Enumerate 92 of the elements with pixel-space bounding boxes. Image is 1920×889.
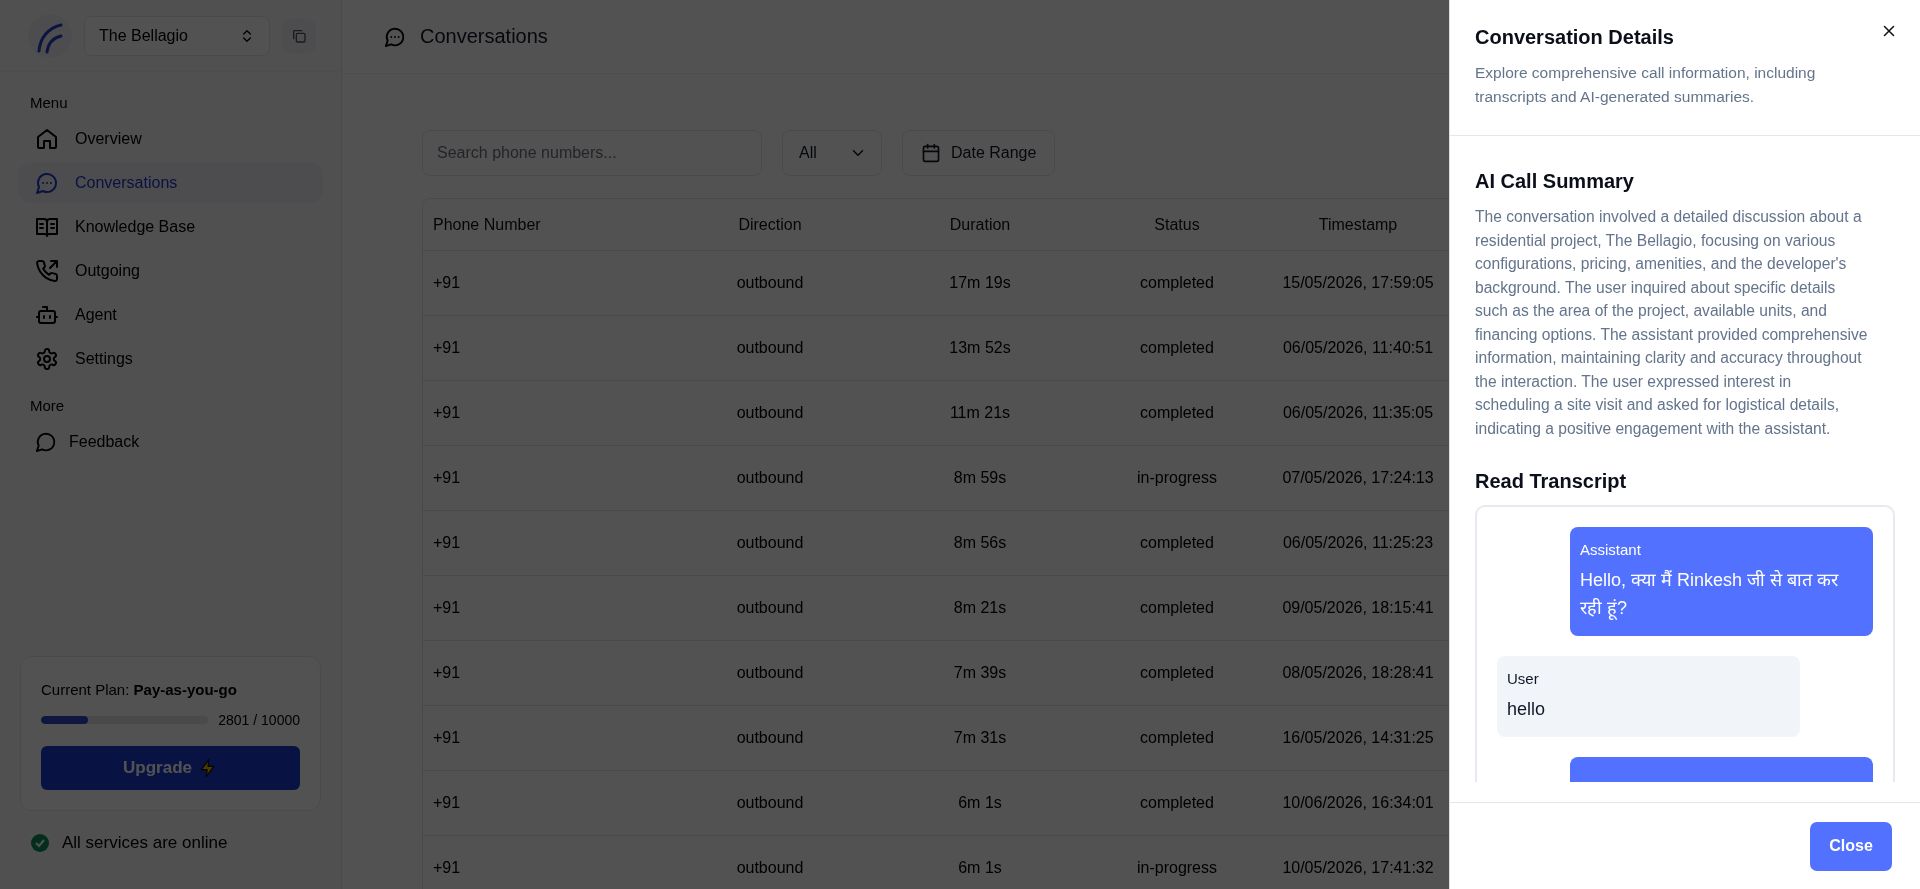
table-cell-text: in-progress <box>1136 859 1218 877</box>
table-cell-text: +91 <box>432 859 462 877</box>
nav-item[interactable]: Outgoing <box>18 251 323 291</box>
robot-icon <box>35 303 59 327</box>
table-cell-text: outbound <box>735 729 805 747</box>
book-icon <box>35 215 59 239</box>
table-cell-text: outbound <box>735 274 805 292</box>
table-cell-text: 10/05/2026, 17:41:32 <box>1281 859 1435 877</box>
table-cell-text: 11m 21s <box>948 404 1012 422</box>
speaker-label: Assistant <box>1580 541 1642 558</box>
table-cell-text: completed <box>1139 534 1215 552</box>
column-header: Timestamp <box>1317 215 1399 234</box>
message-text: hello <box>1507 698 1547 721</box>
table-cell-text: outbound <box>735 534 805 552</box>
section-heading: AI Call Summary <box>1475 170 1635 193</box>
table-cell-text: 07/05/2026, 17:24:13 <box>1281 469 1435 487</box>
table-cell-text: 8m 56s <box>952 534 1008 552</box>
panel-description: Explore comprehensive call information, including transcripts and AI-generated summaries. <box>1475 63 1817 107</box>
table-cell-text: +91 <box>432 664 462 682</box>
column-header: Direction <box>737 215 803 234</box>
nav-item[interactable]: Knowledge Base <box>18 207 323 247</box>
table-cell-text: 8m 59s <box>952 469 1008 487</box>
table-cell-text: 13m 52s <box>948 339 1012 357</box>
table-cell-text: completed <box>1139 274 1215 292</box>
table-cell-text: 8m 21s <box>952 599 1008 617</box>
table-cell-text: completed <box>1139 664 1215 682</box>
table-cell-text: 08/05/2026, 18:28:41 <box>1281 664 1435 682</box>
close-button[interactable]: Close <box>1810 821 1892 871</box>
table-cell-text: +91 <box>432 404 462 422</box>
table-cell-text: +91 <box>432 599 462 617</box>
table-cell-text: 16/05/2026, 14:31:25 <box>1281 729 1435 747</box>
status-text: All services are online <box>62 833 228 853</box>
page-title: Conversations <box>420 25 548 48</box>
table-cell-text: +91 <box>432 274 462 292</box>
section-heading: More <box>29 397 66 414</box>
table-cell-text: outbound <box>735 469 805 487</box>
date-range-button[interactable]: Date Range <box>902 130 1056 176</box>
table-cell-text: outbound <box>735 859 805 877</box>
nav-item[interactable]: Agent <box>18 295 323 335</box>
calendar-icon <box>921 143 941 163</box>
table-cell-text: 06/05/2026, 11:25:23 <box>1281 534 1435 552</box>
chat-icon <box>35 171 59 195</box>
speaker-label: User <box>1507 670 1540 687</box>
table-cell-text: outbound <box>735 339 805 357</box>
check-circle-icon <box>30 833 50 853</box>
table-cell-text: 09/05/2026, 18:15:41 <box>1281 599 1435 617</box>
upgrade-button[interactable]: Upgrade <box>41 746 300 790</box>
table-cell-text: outbound <box>735 404 805 422</box>
nav-item[interactable]: Settings <box>18 339 323 379</box>
table-cell-text: +91 <box>432 794 462 812</box>
direction-select[interactable]: All <box>782 130 882 176</box>
table-cell-text: 7m 39s <box>952 664 1008 682</box>
column-header: Phone Number <box>432 215 542 234</box>
section-heading: Read Transcript <box>1475 470 1628 493</box>
column-header: Duration <box>948 215 1012 234</box>
column-header: Status <box>1153 215 1201 234</box>
message-text: Hello, क्या मैं Rinkesh जी से बात कर रही हूं? <box>1580 569 1840 622</box>
chat-icon <box>384 25 406 48</box>
table-cell-text: +91 <box>432 729 462 747</box>
project-select[interactable]: The Bellagio <box>84 15 270 56</box>
table-cell-text: 10/06/2026, 16:34:01 <box>1281 794 1435 812</box>
table-cell-text: +91 <box>432 469 462 487</box>
nav-item[interactable]: Overview <box>18 119 323 159</box>
gear-icon <box>35 347 59 371</box>
table-cell-text: 06/05/2026, 11:40:51 <box>1281 339 1435 357</box>
table-cell-text: 17m 19s <box>948 274 1012 292</box>
summary-text: The conversation involved a detailed discussion about a residential project, The Bellagio, focusing on various configurations, pricing, amenities, and the developer's background. The user inquired about specific details such as the area of the project, available units, and financing options. The assistant provided comprehensive information, maintaining clarity and accuracy throughout the interaction. The user expressed interest in scheduling a site visit and asked for logistical details, indicating a positive engagement with the assistant. <box>1475 207 1869 439</box>
home-icon <box>35 127 59 151</box>
table-cell-text: 7m 31s <box>952 729 1008 747</box>
table-cell-text: 6m 1s <box>957 794 1003 812</box>
table-cell-text: outbound <box>735 794 805 812</box>
table-cell-text: 6m 1s <box>957 859 1003 877</box>
table-cell-text: +91 <box>432 534 462 552</box>
table-cell-text: in-progress <box>1136 469 1218 487</box>
table-cell-text: completed <box>1139 794 1215 812</box>
copy-icon <box>291 27 307 44</box>
chat-bubble-icon <box>35 431 57 453</box>
table-cell-text: 06/05/2026, 11:35:05 <box>1281 404 1435 422</box>
usage-count: 2801 / 10000 <box>218 712 300 728</box>
table-cell-text: outbound <box>735 664 805 682</box>
section-heading: Menu <box>29 94 69 111</box>
nav-item[interactable]: Feedback <box>18 422 323 462</box>
table-cell-text: 15/05/2026, 17:59:05 <box>1281 274 1435 292</box>
table-cell-text: completed <box>1139 404 1215 422</box>
table-cell-text: completed <box>1139 599 1215 617</box>
table-cell-text: +91 <box>432 339 462 357</box>
plan-label: Current Plan: Pay-as-you-go <box>41 681 238 698</box>
table-cell-text: completed <box>1139 729 1215 747</box>
phone-icon <box>35 259 59 283</box>
table-cell-text: outbound <box>735 599 805 617</box>
table-cell-text: completed <box>1139 339 1215 357</box>
panel-title: Conversation Details <box>1475 26 1674 49</box>
